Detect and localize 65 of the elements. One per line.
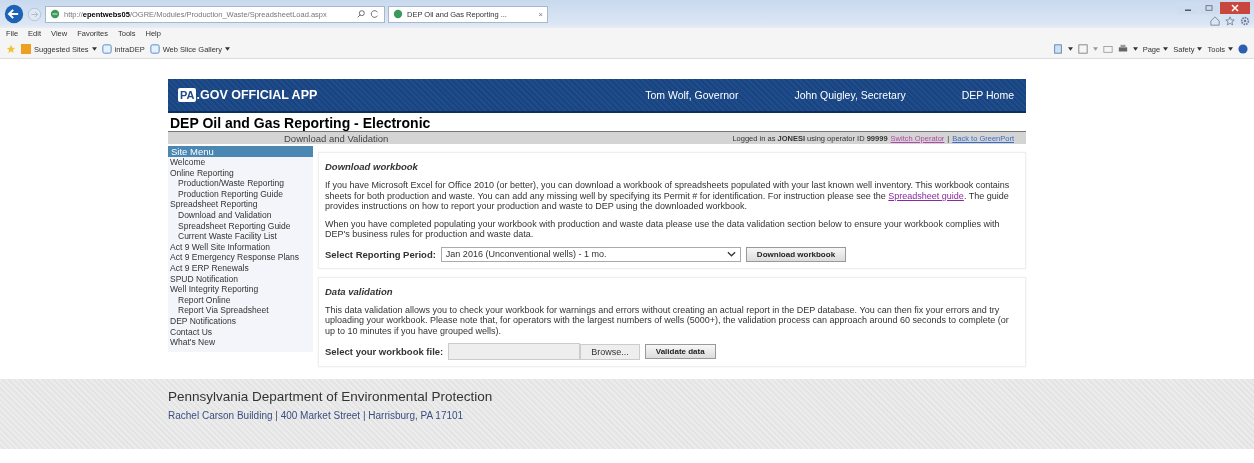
favorites-star-icon[interactable]: [6, 44, 16, 54]
page-icon: [149, 44, 160, 54]
caret-icon: [91, 47, 97, 51]
caret-icon: [1228, 47, 1233, 51]
sidebar-item[interactable]: Act 9 Well Site Information: [168, 241, 313, 253]
sidebar-item[interactable]: Spreadsheet Reporting Guide: [168, 220, 313, 232]
sidebar-title: Site Menu: [168, 146, 313, 157]
printer-icon[interactable]: [1117, 44, 1128, 54]
restore-icon[interactable]: [1199, 2, 1219, 14]
paragraph: If you have Microsoft Excel for Office 2010 (or better), you can download a workbook of spreadsheets populated with your last known well inventory. This workbook contains sheets for both production and waste. You can add any missing well by specifying its Permit # for identification. For instruction please see the Spreadsheet guide. The guide provides instructions on how to report your production and waste to DEP using the downloaded workbook.: [325, 180, 1011, 212]
refresh-icon[interactable]: [370, 9, 380, 19]
download-button[interactable]: Download workbook: [745, 246, 847, 262]
logo-text: .GOV OFFICIAL APP: [196, 88, 318, 102]
caret-icon[interactable]: [1132, 47, 1138, 51]
sidebar-item[interactable]: Report Online: [168, 294, 313, 306]
caret-icon[interactable]: [1067, 47, 1073, 51]
search-icon[interactable]: [356, 9, 366, 19]
site-icon: [393, 9, 403, 19]
square-icon: [21, 44, 31, 54]
sidebar-item[interactable]: Act 9 Emergency Response Plans: [168, 252, 313, 263]
sidebar-item[interactable]: Well Integrity Reporting: [168, 284, 313, 295]
footer-title: Pennsylvania Department of Environmental Protection: [168, 389, 494, 404]
site-icon: [50, 9, 60, 19]
sidebar-item[interactable]: Download and Validation: [168, 209, 313, 221]
caret-icon: [1163, 47, 1169, 51]
paragraph: When you have completed populating your workbook with production and waste data please use the data validation section below to ensure your workbook complies with DEP's business rules for production and waste data.: [325, 218, 1001, 240]
home-icon[interactable]: [1210, 16, 1220, 26]
paragraph: This data validation allows you to check your workbook for warnings and errors without creating an actual report in the DEP database. You can then fix your errors and try uploading your workbook. Please note that, for operators with the largest numbers of wells (5000+), the validation process can approach around 60 seconds to complete (or up to 10 minutes if you have grouped wells).: [325, 304, 1010, 336]
sidebar-item[interactable]: Current Waste Facility List: [168, 231, 313, 242]
sidebar-item[interactable]: SPUD Notification: [168, 273, 313, 285]
caret-icon: [225, 47, 231, 51]
chevron-icon: [726, 251, 736, 257]
sidebar-item[interactable]: Contact Us: [168, 326, 313, 338]
period-select[interactable]: Jan 2016 (Unconventional wells) - 1 mo.: [440, 246, 741, 262]
logo-badge: PA: [178, 88, 197, 102]
banner-link[interactable]: John Quigley, Secretary: [794, 89, 906, 101]
guide-link[interactable]: Spreadsheet guide: [888, 190, 964, 201]
page-name: Download and Validation: [284, 132, 389, 144]
sidebar-item[interactable]: Act 9 ERP Renewals: [168, 262, 313, 274]
banner-link[interactable]: DEP Home: [961, 89, 1014, 101]
sidebar-item[interactable]: Spreadsheet Reporting: [168, 199, 313, 210]
back-icon[interactable]: [4, 4, 24, 24]
app-title: DEP Oil and Gas Reporting - Electronic: [169, 114, 432, 131]
sidebar-item[interactable]: Welcome: [168, 157, 313, 168]
page-icon: [101, 44, 112, 54]
page-icon[interactable]: [1052, 44, 1063, 54]
caret-icon: [1197, 47, 1203, 51]
file-field[interactable]: [448, 343, 581, 360]
field-label: Select Reporting Period:: [325, 248, 436, 260]
sidebar-item[interactable]: DEP Notifications: [168, 315, 313, 327]
sidebar-item[interactable]: Production Reporting Guide: [168, 188, 313, 200]
sidebar-item[interactable]: Online Reporting: [168, 167, 313, 179]
settings-icon[interactable]: [1240, 16, 1250, 26]
banner-link[interactable]: Tom Wolf, Governor: [645, 89, 739, 101]
browse-button[interactable]: Browse...: [580, 343, 640, 360]
section-title: Data validation: [325, 285, 394, 297]
star-icon[interactable]: [1225, 16, 1235, 26]
sidebar-item[interactable]: Production/Waste Reporting: [168, 178, 313, 189]
sidebar-item[interactable]: Report Via Spreadsheet: [168, 305, 313, 316]
section-title: Download workbook: [325, 161, 419, 172]
footer-address: Rachel Carson Building | 400 Market Street | Harrisburg, PA 17101: [168, 410, 465, 421]
validate-button[interactable]: Validate data: [644, 344, 716, 359]
close-icon[interactable]: [1220, 2, 1250, 14]
field-label: Select your workbook file:: [325, 346, 444, 357]
sidebar-item[interactable]: What's New: [168, 337, 313, 348]
